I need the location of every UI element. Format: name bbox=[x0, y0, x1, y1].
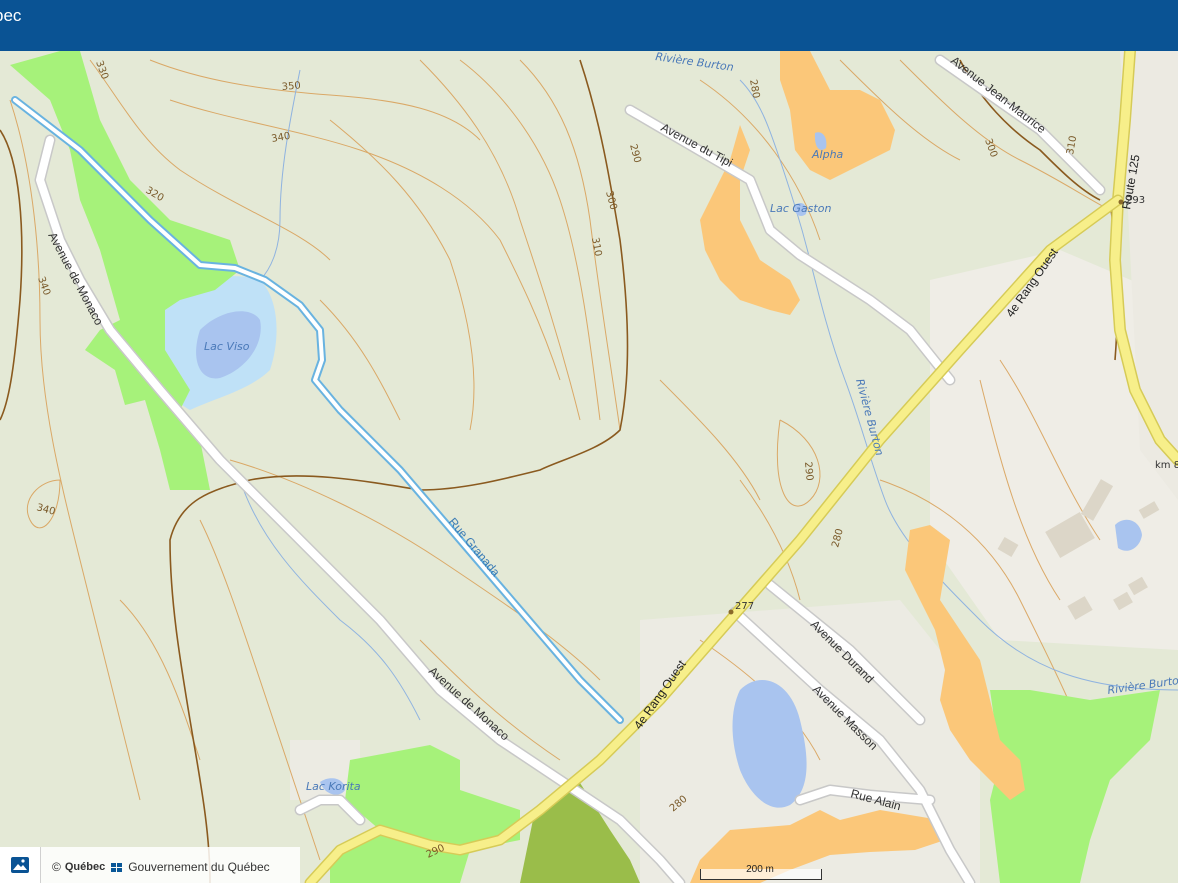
app-header: bec bbox=[0, 0, 1178, 51]
attribution-org: Québec bbox=[64, 861, 106, 873]
quebec-flag-icon bbox=[111, 862, 123, 872]
elevation-marker bbox=[728, 609, 734, 615]
map-canvas[interactable]: 4e Rang Ouest 4e Rang Ouest Route 125 Av… bbox=[0, 51, 1178, 883]
scale-bar: 200 m bbox=[700, 862, 822, 880]
copyright-symbol: © bbox=[52, 860, 61, 874]
layers-button[interactable] bbox=[0, 847, 41, 883]
header-title: bec bbox=[0, 6, 22, 25]
water-label-alpha: Alpha bbox=[811, 148, 844, 161]
water-label-lac-korita: Lac Korita bbox=[306, 780, 361, 793]
attribution-gov: Gouvernement du Québec bbox=[128, 860, 270, 874]
image-layers-icon bbox=[11, 857, 29, 873]
water-label-lac-gaston: Lac Gaston bbox=[770, 202, 831, 215]
elevation-label-293: 293 bbox=[1126, 195, 1145, 206]
elevation-label-277: 277 bbox=[735, 601, 754, 612]
contour-label: 290 bbox=[802, 461, 815, 481]
scale-label: 200 m bbox=[746, 864, 774, 875]
contour-label: 350 bbox=[281, 80, 301, 93]
attribution: © Québec Gouvernement du Québec bbox=[52, 860, 270, 874]
kilometre-marker: km 82 bbox=[1155, 460, 1178, 471]
water-label-lac-viso: Lac Viso bbox=[204, 340, 250, 353]
